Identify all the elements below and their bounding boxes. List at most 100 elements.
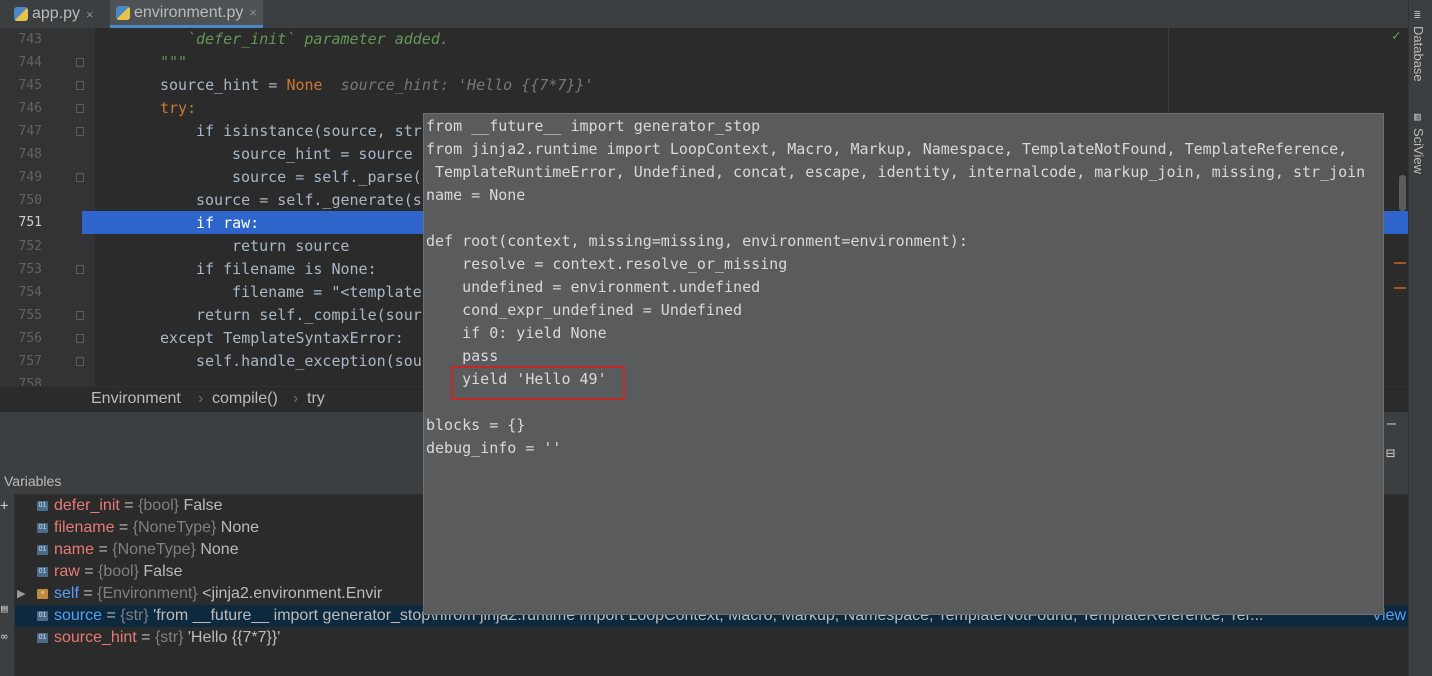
breadcrumb-class[interactable]: Environment <box>91 390 181 408</box>
error-stripe-mark[interactable] <box>1394 262 1406 264</box>
primitive-type-icon: 01 <box>37 567 48 577</box>
variable-value: None <box>195 541 239 558</box>
variable-name: name <box>54 541 95 558</box>
value-popup[interactable]: from __future__ import generator_stop fr… <box>423 113 1384 615</box>
fold-marker-icon[interactable] <box>76 311 84 320</box>
variable-name: source_hint <box>54 629 137 646</box>
popup-code-line: from jinja2.runtime import LoopContext, … <box>426 140 1348 158</box>
variable-value: False <box>179 497 223 514</box>
variable-eq: = <box>119 497 139 514</box>
code-line: source = self._parse(s <box>232 168 431 186</box>
line-number: 743 <box>18 32 42 47</box>
line-number: 754 <box>18 285 42 300</box>
fold-marker-icon[interactable] <box>76 334 84 343</box>
sciview-icon: ▥ <box>1414 110 1421 123</box>
popup-code-line: if 0: yield None <box>426 324 607 342</box>
variable-value: None <box>216 519 260 536</box>
variable-type: {NoneType} <box>112 541 196 558</box>
tab-close-icon[interactable]: × <box>86 7 94 22</box>
variable-row[interactable]: 01 source_hint = {str} 'Hello {{7*7}}' <box>15 627 1408 649</box>
breadcrumb-method[interactable]: compile() <box>212 390 278 408</box>
code-line: if isinstance(source, str <box>196 122 422 140</box>
tab-app-py[interactable]: app.py × <box>8 0 100 28</box>
fold-marker-icon[interactable] <box>76 81 84 90</box>
line-number: 756 <box>18 331 42 346</box>
expand-arrow-icon[interactable]: ▶ <box>17 583 25 605</box>
variable-name: filename <box>54 519 115 536</box>
breadcrumb-block[interactable]: try <box>307 390 325 408</box>
variable-entry: self = {Environment} <jinja2.environment… <box>54 583 382 605</box>
line-number: 750 <box>18 193 42 208</box>
variables-title: Variables <box>4 473 62 489</box>
code-line: """ <box>160 53 188 71</box>
tab-environment-py[interactable]: environment.py × <box>110 0 263 28</box>
line-number: 745 <box>18 78 42 93</box>
variable-name: source <box>54 607 103 624</box>
tab-label: app.py <box>32 5 81 22</box>
variable-entry: raw = {bool} False <box>54 561 183 583</box>
popup-code-line: name = None <box>426 186 526 204</box>
variable-type: {bool} <box>138 497 179 514</box>
minimize-icon[interactable]: — <box>1387 414 1396 432</box>
code-line: source = self._generate(s <box>196 191 422 209</box>
variable-eq: = <box>114 519 133 536</box>
primitive-type-icon: 01 <box>37 611 48 621</box>
code-token: source_hint = <box>160 76 287 94</box>
variable-entry: defer_init = {bool} False <box>54 495 223 517</box>
database-tool-tab[interactable]: Database <box>1411 26 1426 82</box>
error-stripe-mark[interactable] <box>1394 287 1406 289</box>
variable-name: self <box>54 585 79 602</box>
highlight-annotation-box <box>451 366 625 400</box>
variable-entry: source_hint = {str} 'Hello {{7*7}}' <box>54 627 280 649</box>
fold-marker-icon[interactable] <box>76 127 84 136</box>
variable-type: {str} <box>120 607 149 624</box>
code-token-none: None <box>286 76 323 94</box>
glasses-icon[interactable]: ∞ <box>1 630 8 643</box>
editor-scrollbar-thumb[interactable] <box>1399 175 1406 211</box>
popup-code-line: cond_expr_undefined = Undefined <box>426 301 743 319</box>
line-number-gutter[interactable]: 743 744 745 746 747 748 749 750 751 752 … <box>0 28 95 392</box>
primitive-type-icon: 01 <box>37 633 48 643</box>
variable-eq: = <box>136 629 155 646</box>
variable-type: {NoneType} <box>132 519 217 536</box>
variable-type: {Environment} <box>97 585 198 602</box>
primitive-type-icon: 01 <box>37 523 48 533</box>
popup-code-line: from __future__ import generator_stop <box>426 117 761 135</box>
object-type-icon: ≡ <box>37 589 48 599</box>
variable-entry: filename = {NoneType} None <box>54 517 259 539</box>
variable-type: {bool} <box>98 563 139 580</box>
code-line: `defer_init` parameter added. <box>187 30 449 48</box>
variable-eq: = <box>79 563 99 580</box>
variable-value: 'Hello {{7*7}}' <box>183 629 281 646</box>
fold-marker-icon[interactable] <box>76 173 84 182</box>
line-number: 744 <box>18 55 42 70</box>
line-number: 749 <box>18 170 42 185</box>
variable-value: False <box>138 563 183 580</box>
add-watch-icon[interactable]: + <box>0 498 8 514</box>
tab-close-icon[interactable]: × <box>249 5 257 20</box>
popup-code-line: undefined = environment.undefined <box>426 278 761 296</box>
code-line: source_hint = None source_hint: 'Hello {… <box>160 74 594 97</box>
layout-settings-icon[interactable]: ⊟ <box>1386 444 1395 462</box>
inspection-ok-icon[interactable]: ✓ <box>1392 28 1400 44</box>
breadcrumb-separator: › <box>293 390 299 407</box>
sciview-tool-tab[interactable]: SciView <box>1411 128 1426 174</box>
variable-eq: = <box>102 607 121 624</box>
inline-debug-hint: source_hint: 'Hello {{7*7}}' <box>340 76 594 94</box>
fold-marker-icon[interactable] <box>76 265 84 274</box>
popup-code-line: debug_info = '' <box>426 439 562 457</box>
line-number: 757 <box>18 354 42 369</box>
variable-eq: = <box>78 585 98 602</box>
variable-value: <jinja2.environment.Envir <box>197 585 383 602</box>
fold-marker-icon[interactable] <box>76 104 84 113</box>
code-line: try: <box>160 99 197 117</box>
fold-marker-icon[interactable] <box>76 357 84 366</box>
tab-label: environment.py <box>134 3 244 21</box>
python-file-icon <box>14 7 28 21</box>
fold-marker-icon[interactable] <box>76 58 84 67</box>
copy-icon[interactable]: ▤ <box>1 602 8 615</box>
primitive-type-icon: 01 <box>37 545 48 555</box>
line-number: 746 <box>18 101 42 116</box>
line-number: 752 <box>18 239 42 254</box>
variable-type: {str} <box>154 629 184 646</box>
